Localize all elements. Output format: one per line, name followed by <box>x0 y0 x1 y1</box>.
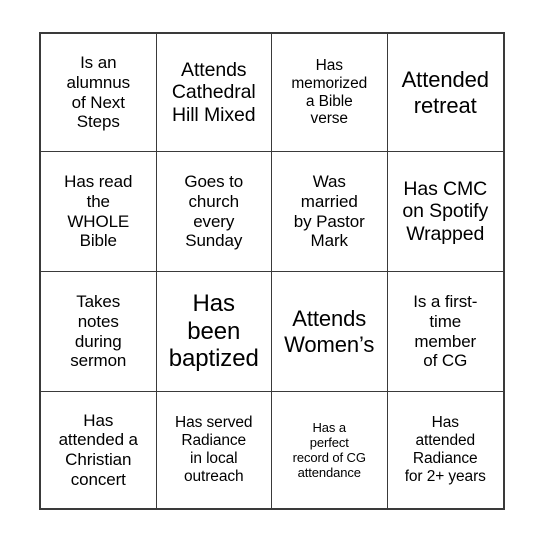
bingo-cell-r3c2[interactable]: Has been baptized <box>156 272 272 392</box>
bingo-cell-label: Is a first- time member of CG <box>413 292 478 371</box>
bingo-cell-r3c3[interactable]: Attends Women’s <box>272 272 388 392</box>
bingo-cell-label: Was married by Pastor Mark <box>293 172 365 251</box>
bingo-cell-r1c1[interactable]: Is an alumnus of Next Steps <box>41 34 157 152</box>
bingo-cell-r1c2[interactable]: Attends Cathedral Hill Mixed <box>156 34 272 152</box>
bingo-cell-label: Has attended Radiance for 2+ years <box>404 414 486 485</box>
bingo-cell-r1c3[interactable]: Has memorized a Bible verse <box>272 34 388 152</box>
bingo-cell-r2c1[interactable]: Has read the WHOLE Bible <box>41 152 157 272</box>
bingo-cell-label: Attends Women’s <box>284 305 375 357</box>
bingo-cell-label: Is an alumnus of Next Steps <box>66 53 131 132</box>
bingo-cell-label: Has been baptized <box>168 289 259 373</box>
bingo-card-grid: Is an alumnus of Next Steps Attends Cathe… <box>39 32 505 510</box>
bingo-cell-label: Attends Cathedral Hill Mixed <box>171 58 256 126</box>
bingo-cell-r2c2[interactable]: Goes to church every Sunday <box>156 152 272 272</box>
bingo-cell-r2c3[interactable]: Was married by Pastor Mark <box>272 152 388 272</box>
bingo-cell-label: Has memorized a Bible verse <box>291 56 368 128</box>
bingo-page: Is an alumnus of Next Steps Attends Cathe… <box>0 0 544 544</box>
bingo-cell-r4c1[interactable]: Has attended a Christian concert <box>41 392 157 508</box>
bingo-cell-r4c4[interactable]: Has attended Radiance for 2+ years <box>387 392 503 508</box>
bingo-cell-r3c1[interactable]: Takes notes during sermon <box>41 272 157 392</box>
bingo-cell-label: Has CMC on Spotify Wrapped <box>402 177 489 245</box>
bingo-cell-r4c2[interactable]: Has served Radiance in local outreach <box>156 392 272 508</box>
bingo-cell-label: Has read the WHOLE Bible <box>64 172 133 251</box>
bingo-cell-r1c4[interactable]: Attended retreat <box>387 34 503 152</box>
bingo-cell-r2c4[interactable]: Has CMC on Spotify Wrapped <box>387 152 503 272</box>
bingo-cell-r3c4[interactable]: Is a first- time member of CG <box>387 272 503 392</box>
bingo-cell-label: Has attended a Christian concert <box>58 410 138 489</box>
bingo-cell-label: Goes to church every Sunday <box>184 172 244 251</box>
bingo-cell-r4c3[interactable]: Has a perfect record of CG attendance <box>272 392 388 508</box>
bingo-cell-label: Has a perfect record of CG attendance <box>292 419 366 481</box>
bingo-cell-label: Has served Radiance in local outreach <box>175 414 253 485</box>
bingo-cell-label: Attended retreat <box>401 66 489 118</box>
bingo-cell-label: Takes notes during sermon <box>70 292 127 371</box>
